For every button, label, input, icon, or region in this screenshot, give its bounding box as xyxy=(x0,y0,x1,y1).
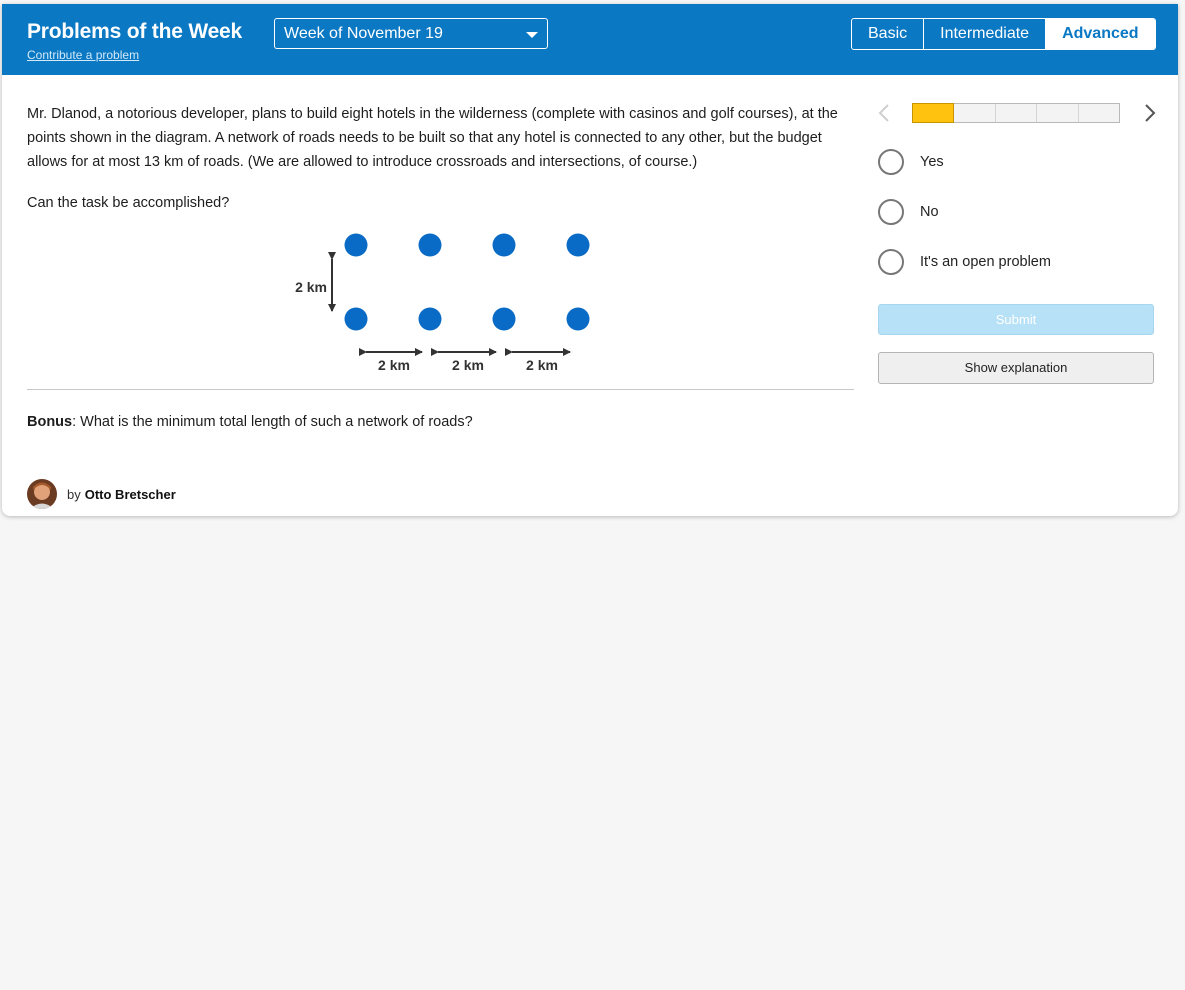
progress-segment xyxy=(954,104,996,122)
progress-segment xyxy=(912,103,955,123)
hotel-diagram: 2 km 2 km 2 km 2 km xyxy=(295,233,590,373)
chevron-down-icon xyxy=(526,32,538,38)
progress-bar xyxy=(912,103,1120,123)
header-bar: Problems of the Week Contribute a proble… xyxy=(2,4,1178,75)
tab-basic[interactable]: Basic xyxy=(852,19,925,49)
week-select-value: Week of November 19 xyxy=(284,25,443,42)
hotel-point xyxy=(566,307,590,331)
tab-advanced[interactable]: Advanced xyxy=(1046,19,1155,49)
radio-button[interactable] xyxy=(878,249,904,275)
author-name[interactable]: Otto Bretscher xyxy=(85,487,176,502)
horizontal-dimension-label: 2 km xyxy=(526,357,558,373)
previous-problem-button[interactable] xyxy=(874,102,894,124)
author-credit: by Otto Bretscher xyxy=(27,479,176,509)
horizontal-dimension-label: 2 km xyxy=(378,357,410,373)
hotel-point xyxy=(492,307,516,331)
tab-intermediate[interactable]: Intermediate xyxy=(924,19,1047,49)
hotel-point xyxy=(344,233,368,257)
avatar xyxy=(27,479,57,509)
problem-card: Problems of the Week Contribute a proble… xyxy=(2,4,1178,516)
bonus-label: Bonus xyxy=(27,414,73,430)
page-title: Problems of the Week xyxy=(27,20,243,43)
difficulty-tabs: Basic Intermediate Advanced xyxy=(851,18,1156,50)
submit-button[interactable]: Submit xyxy=(878,304,1154,335)
chevron-right-icon xyxy=(1145,104,1156,122)
hotel-point xyxy=(418,307,442,331)
hotel-point xyxy=(566,233,590,257)
week-select[interactable]: Week of November 19 xyxy=(274,18,548,49)
option-label: It's an open problem xyxy=(920,254,1051,270)
horizontal-dimension-label: 2 km xyxy=(452,357,484,373)
chevron-left-icon xyxy=(878,104,889,122)
hotel-point xyxy=(492,233,516,257)
divider xyxy=(27,389,854,390)
bonus-text: : What is the minimum total length of su… xyxy=(72,414,473,430)
contribute-link[interactable]: Contribute a problem xyxy=(27,48,139,62)
bonus-question: Bonus: What is the minimum total length … xyxy=(27,414,473,430)
answer-option-no[interactable]: No xyxy=(878,198,939,226)
problem-text: Mr. Dlanod, a notorious developer, plans… xyxy=(27,106,838,170)
hotel-point xyxy=(344,307,368,331)
next-problem-button[interactable] xyxy=(1140,102,1160,124)
progress-segment xyxy=(1037,104,1079,122)
option-label: No xyxy=(920,204,939,220)
show-explanation-button[interactable]: Show explanation xyxy=(878,352,1154,384)
answer-option-yes[interactable]: Yes xyxy=(878,148,944,176)
vertical-dimension-label: 2 km xyxy=(295,279,327,295)
progress-segment xyxy=(1078,104,1120,122)
progress-segment xyxy=(995,104,1038,122)
radio-button[interactable] xyxy=(878,149,904,175)
option-label: Yes xyxy=(920,154,944,170)
hotel-point xyxy=(418,233,442,257)
radio-button[interactable] xyxy=(878,199,904,225)
author-prefix: by xyxy=(67,486,81,502)
answer-option-open-problem[interactable]: It's an open problem xyxy=(878,248,1051,276)
problem-question: Can the task be accomplished? xyxy=(27,195,230,211)
